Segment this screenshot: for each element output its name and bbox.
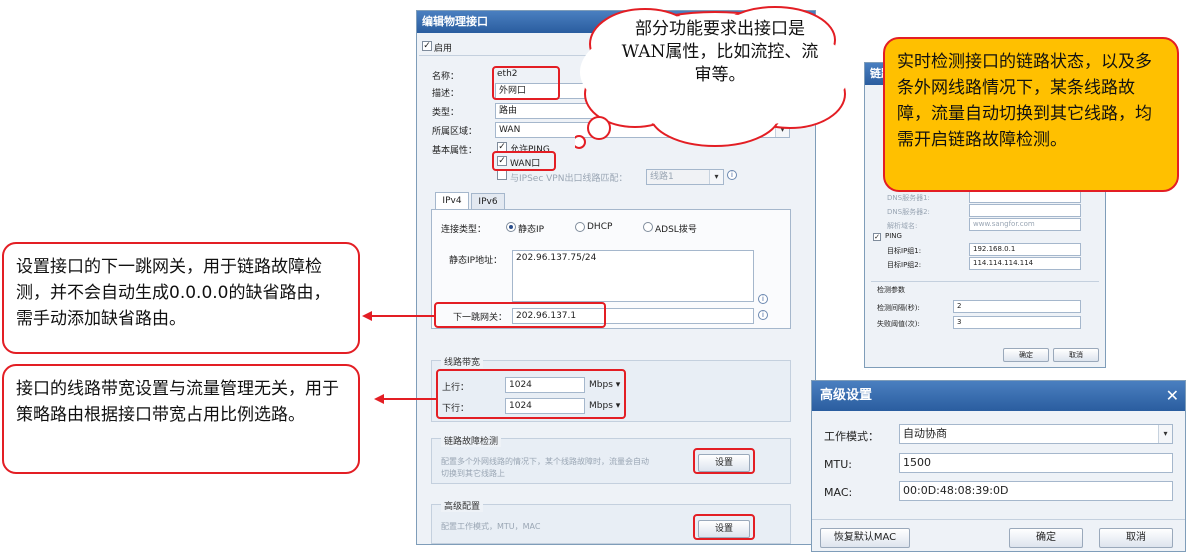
enable-checkbox[interactable]: ✓ [422, 41, 432, 51]
link-ok-button[interactable]: 确定 [1003, 348, 1049, 362]
ipsec-checkbox[interactable] [497, 170, 507, 180]
highlight-adv-set [693, 514, 755, 540]
chevron-down-icon: ▾ [709, 170, 723, 184]
adv-dialog-title: 高级设置 [812, 381, 1185, 411]
basic-label: 基本属性： [432, 146, 478, 156]
advanced-settings-dialog: 高级设置 ✕ 工作模式： 自动协商 ▾ MTU: 1500 MAC: 00:0D:… [811, 380, 1186, 552]
ping-checkbox[interactable]: ✓ [873, 233, 881, 241]
mode-label: 工作模式： [824, 430, 879, 443]
target1-label: 目标IP组1: [887, 247, 922, 255]
close-icon[interactable]: ✕ [1166, 381, 1179, 411]
threshold-label: 失败阈值(次): [877, 320, 920, 328]
desc-label: 描述： [432, 89, 460, 99]
fault-desc-2: 切换到其它线路上 [441, 469, 505, 478]
fault-desc-1: 配置多个外网线路的情况下，某个线路故障时，流量会自动 [441, 457, 649, 466]
threshold-input[interactable]: 3 [953, 316, 1081, 329]
adv-ok-button[interactable]: 确定 [1009, 528, 1083, 548]
static-ip-label: 静态IP地址： [449, 256, 503, 266]
radio-static-ip[interactable] [506, 222, 516, 232]
name-label: 名称： [432, 72, 460, 82]
chevron-down-icon: ▾ [1158, 425, 1172, 443]
adv-title: 高级配置 [441, 499, 484, 512]
target1-input[interactable]: 192.168.0.1 [969, 243, 1081, 256]
info-icon[interactable]: i [758, 294, 768, 304]
dhcp-option: DHCP [587, 222, 613, 232]
mode-select[interactable]: 自动协商 ▾ [899, 424, 1173, 444]
highlight-gateway [434, 302, 606, 328]
arrow-to-bandwidth-callout [374, 394, 436, 404]
mac-input[interactable]: 00:0D:48:08:39:0D [899, 481, 1173, 501]
arrow-to-gateway-callout [362, 311, 436, 321]
radio-dhcp[interactable] [575, 222, 585, 232]
dns1-label: DNS服务器1: [887, 194, 930, 202]
highlight-wan [492, 151, 556, 171]
link-detect-callout: 实时检测接口的链路状态，以及多条外网线路情况下，某条线路故障，流量自动切换到其它… [883, 37, 1179, 192]
type-label: 类型： [432, 108, 460, 118]
mtu-label: MTU: [824, 458, 852, 471]
bandwidth-title: 线路带宽 [441, 355, 484, 368]
ipsec-select[interactable]: 线路1 ▾ [646, 169, 724, 185]
params-divider [871, 281, 1099, 282]
highlight-bandwidth [436, 369, 626, 419]
bandwidth-callout: 接口的线路带宽设置与流量管理无关，用于策略路由根据接口带宽占用比例选路。 [2, 364, 360, 474]
highlight-name-desc [492, 66, 560, 100]
interval-input[interactable]: 2 [953, 300, 1081, 313]
dns2-label: DNS服务器2: [887, 208, 930, 216]
fault-title: 链路故障检测 [441, 434, 502, 447]
domain-input[interactable]: www.sangfor.com [969, 218, 1081, 231]
ipsec-label: 与IPSec VPN出口线路匹配： [510, 174, 628, 184]
mtu-input[interactable]: 1500 [899, 453, 1173, 473]
info-icon[interactable]: i [758, 310, 768, 320]
highlight-fault-set [693, 448, 755, 474]
zone-label: 所属区域： [432, 127, 478, 137]
adv-desc: 配置工作模式，MTU，MAC [441, 522, 541, 531]
adv-cancel-button[interactable]: 取消 [1099, 528, 1173, 548]
gateway-callout: 设置接口的下一跳网关，用于链路故障检测，并不会自动生成0.0.0.0的缺省路由，… [2, 242, 360, 354]
conn-type-label: 连接类型： [441, 225, 487, 235]
link-cancel-button[interactable]: 取消 [1053, 348, 1099, 362]
params-title: 检测参数 [877, 286, 905, 294]
adv-footer-divider [812, 519, 1185, 520]
dns2-input[interactable] [969, 204, 1081, 217]
interval-label: 检测间隔(秒): [877, 304, 920, 312]
info-icon[interactable]: i [727, 170, 737, 180]
tab-ipv4[interactable]: IPv4 [435, 192, 469, 210]
cloud-text: 部分功能要求出接口是WAN属性，比如流控、流审等。 [621, 19, 819, 85]
adsl-option: ADSL拨号 [655, 225, 697, 235]
mac-label: MAC: [824, 486, 853, 499]
radio-adsl[interactable] [643, 222, 653, 232]
domain-label: 解析域名: [887, 222, 918, 230]
restore-mac-button[interactable]: 恢复默认MAC [820, 528, 910, 548]
ping-label: PING [885, 232, 902, 240]
static-ip-textarea[interactable]: 202.96.137.75/24 [512, 250, 754, 302]
target2-input[interactable]: 114.114.114.114 [969, 257, 1081, 270]
target2-label: 目标IP组2: [887, 261, 922, 269]
enable-label: 启用 [434, 44, 453, 54]
tab-ipv6[interactable]: IPv6 [471, 193, 505, 210]
static-ip-option: 静态IP [518, 225, 545, 235]
